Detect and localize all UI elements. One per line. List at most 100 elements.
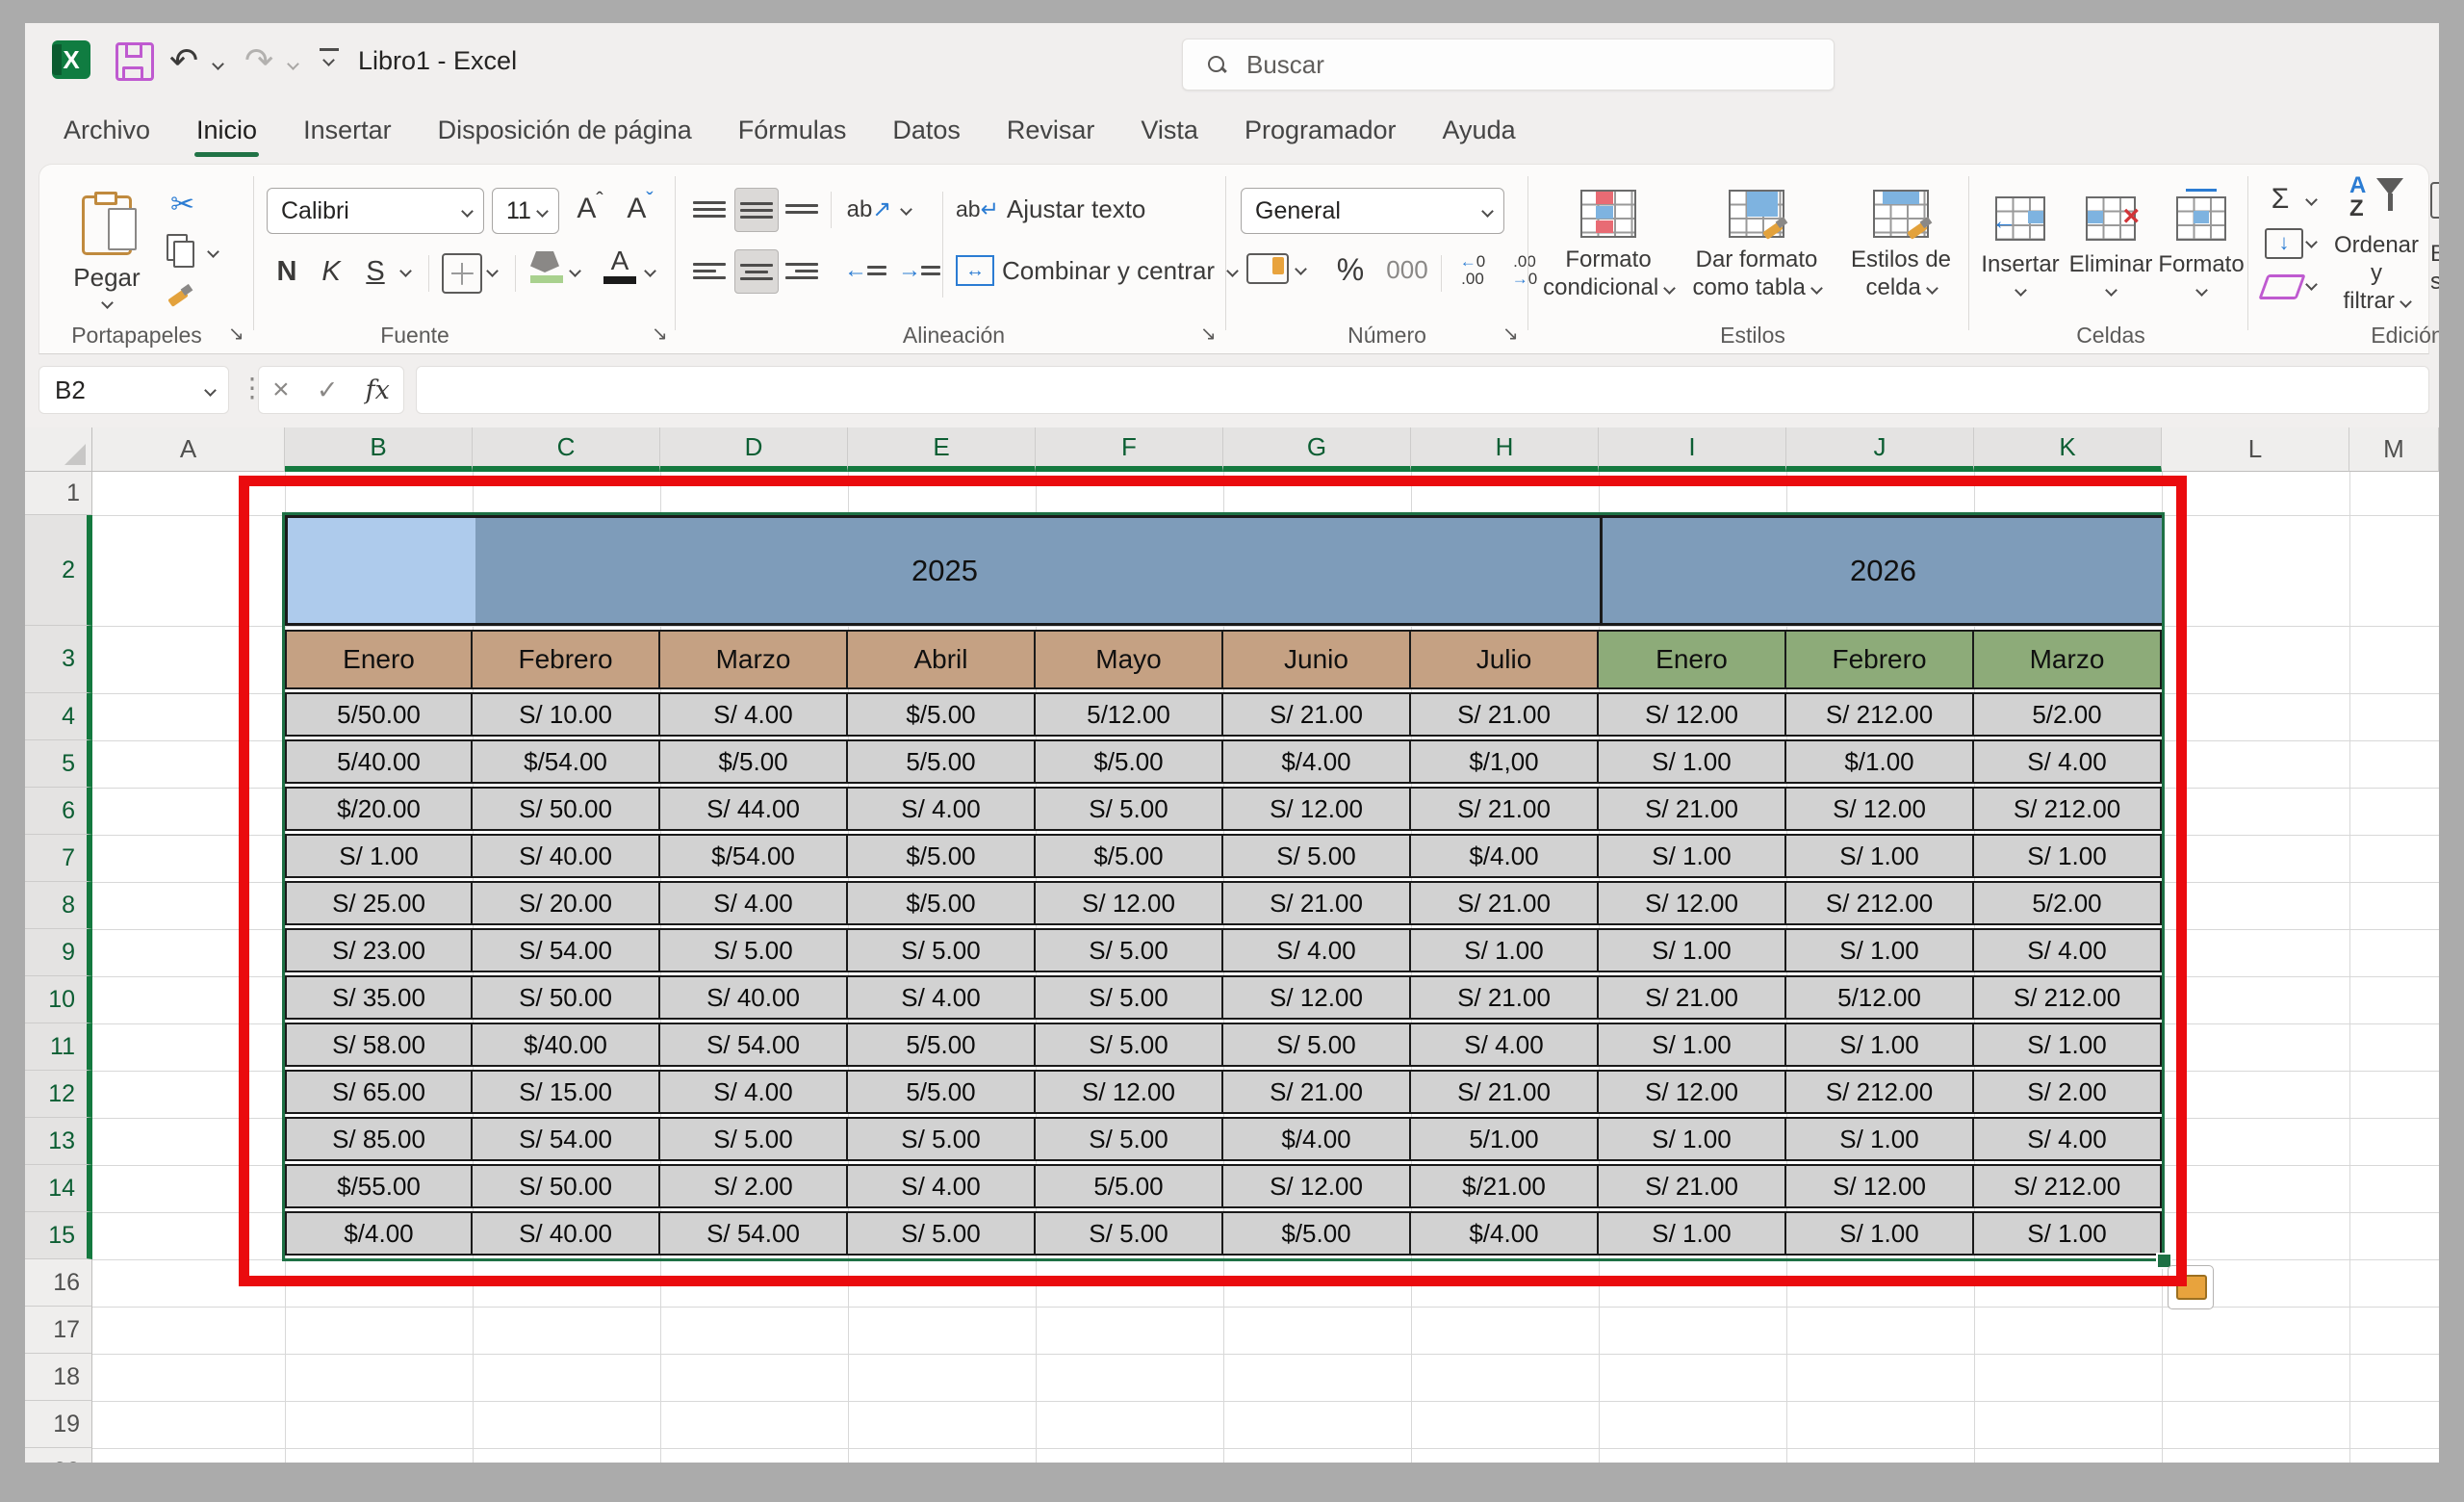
data-cell[interactable]: S/ 212.00 [1974,787,2162,831]
save-icon[interactable] [116,42,154,81]
month-header-2025-febrero[interactable]: Febrero [473,630,660,689]
data-cell[interactable]: 5/2.00 [1974,881,2162,925]
font-color-dropdown-icon[interactable] [644,265,656,277]
data-cell[interactable]: S/ 212.00 [1786,881,1974,925]
data-cell[interactable]: 5/40.00 [285,739,473,784]
data-cell[interactable]: S/ 5.00 [1036,975,1223,1020]
data-cell[interactable]: 5/50.00 [285,692,473,737]
data-cell[interactable]: S/ 1.00 [1411,928,1599,972]
row-header-14[interactable]: 14 [25,1165,92,1212]
data-cell[interactable]: S/ 10.00 [473,692,660,737]
select-all-corner[interactable] [25,427,92,472]
row-header-2[interactable]: 2 [25,515,92,626]
increase-font-button[interactable]: Aˆ [567,186,613,232]
excel-app-icon[interactable]: X [52,40,90,79]
data-cell[interactable]: S/ 58.00 [285,1023,473,1067]
tab-fórmulas[interactable]: Fórmulas [715,106,870,155]
data-cell[interactable]: S/ 4.00 [848,787,1036,831]
data-cell[interactable]: S/ 21.00 [1411,1070,1599,1114]
row-header-12[interactable]: 12 [25,1071,92,1118]
data-cell[interactable]: $/40.00 [473,1023,660,1067]
underline-dropdown-icon[interactable] [399,265,412,277]
font-size-combo[interactable]: 11 [492,188,559,234]
data-cell[interactable]: S/ 5.00 [1223,1023,1411,1067]
row-header-13[interactable]: 13 [25,1118,92,1165]
insert-cells-button[interactable]: ← Insertar [1978,176,2063,315]
data-cell[interactable]: S/ 21.00 [1411,692,1599,737]
data-cell[interactable]: S/ 12.00 [1223,787,1411,831]
data-cell[interactable]: S/ 25.00 [285,881,473,925]
font-dialog-launcher-icon[interactable]: ↘ [652,324,673,346]
data-cell[interactable]: $/4.00 [1411,1211,1599,1256]
name-box[interactable]: B2 [38,366,229,414]
data-cell[interactable]: $/5.00 [1036,834,1223,878]
autofill-options-button[interactable] [2168,1265,2214,1309]
data-cell[interactable]: $/4.00 [285,1211,473,1256]
data-cell[interactable]: 5/1.00 [1411,1117,1599,1161]
data-cell[interactable]: $/4.00 [1223,1117,1411,1161]
autosum-dropdown-icon[interactable] [2305,194,2318,206]
data-cell[interactable]: S/ 5.00 [1036,1211,1223,1256]
align-left-button[interactable] [688,249,731,292]
orientation-button[interactable]: ab↗ [842,188,896,230]
data-cell[interactable]: S/ 212.00 [1974,975,2162,1020]
format-cells-button[interactable]: Formato [2159,176,2244,315]
copy-button[interactable] [167,234,192,265]
alignment-dialog-launcher-icon[interactable]: ↘ [1200,324,1221,346]
undo-button[interactable]: ↶ [169,40,198,81]
data-cell[interactable]: S/ 15.00 [473,1070,660,1114]
data-cell[interactable]: 5/5.00 [848,1070,1036,1114]
data-cell[interactable]: S/ 50.00 [473,975,660,1020]
month-header-2026-febrero[interactable]: Febrero [1786,630,1974,689]
data-cell[interactable]: S/ 50.00 [473,787,660,831]
month-header-2025-junio[interactable]: Junio [1223,630,1411,689]
data-cell[interactable]: S/ 4.00 [1411,1023,1599,1067]
data-cell[interactable]: S/ 12.00 [1036,1070,1223,1114]
column-header-A[interactable]: A [92,427,285,472]
clear-dropdown-icon[interactable] [2305,278,2318,291]
conditional-formatting-button[interactable]: Formatocondicional [1541,176,1676,315]
clear-button[interactable] [2258,274,2305,299]
data-cell[interactable]: S/ 12.00 [1599,1070,1786,1114]
data-cell[interactable]: S/ 65.00 [285,1070,473,1114]
tab-disposición-de-página[interactable]: Disposición de página [415,106,715,155]
data-cell[interactable]: S/ 1.00 [1599,1211,1786,1256]
underline-button[interactable]: S [355,249,396,294]
merge-center-button[interactable]: ↔ Combinar y centrar [956,249,1237,292]
column-header-D[interactable]: D [660,427,848,472]
data-cell[interactable]: S/ 212.00 [1786,1070,1974,1114]
row-header-4[interactable]: 4 [25,693,92,740]
orientation-dropdown-icon[interactable] [900,203,912,216]
data-cell[interactable]: S/ 21.00 [1223,692,1411,737]
data-cell[interactable]: 5/12.00 [1786,975,1974,1020]
data-cell[interactable]: S/ 1.00 [1786,928,1974,972]
italic-button[interactable]: K [311,249,351,294]
data-cell[interactable]: S/ 4.00 [848,975,1036,1020]
tab-datos[interactable]: Datos [869,106,984,155]
column-header-E[interactable]: E [848,427,1036,472]
decrease-indent-button[interactable]: ← [842,249,888,292]
data-cell[interactable]: S/ 212.00 [1974,1164,2162,1208]
data-cell[interactable]: S/ 4.00 [848,1164,1036,1208]
data-cell[interactable]: S/ 4.00 [1974,739,2162,784]
data-cell[interactable]: S/ 1.00 [1599,1117,1786,1161]
column-header-K[interactable]: K [1974,427,2162,472]
data-cell[interactable]: S/ 5.00 [1036,928,1223,972]
column-header-L[interactable]: L [2162,427,2349,472]
data-cell[interactable]: $/21.00 [1411,1164,1599,1208]
column-header-M[interactable]: M [2349,427,2439,472]
row-header-17[interactable]: 17 [25,1307,92,1354]
formula-input[interactable] [416,366,2429,414]
percent-style-button[interactable]: % [1327,247,1373,292]
data-cell[interactable]: S/ 4.00 [1974,1117,2162,1161]
data-cell[interactable]: S/ 4.00 [660,692,848,737]
data-cell[interactable]: S/ 1.00 [1786,1117,1974,1161]
number-format-combo[interactable]: General [1241,188,1504,234]
data-cell[interactable]: S/ 5.00 [848,1211,1036,1256]
data-cell[interactable]: S/ 40.00 [473,1211,660,1256]
tab-programador[interactable]: Programador [1221,106,1420,155]
data-cell[interactable]: S/ 21.00 [1599,975,1786,1020]
data-cell[interactable]: S/ 54.00 [473,1117,660,1161]
insert-function-icon[interactable]: fx [366,376,390,405]
row-header-16[interactable]: 16 [25,1259,92,1307]
